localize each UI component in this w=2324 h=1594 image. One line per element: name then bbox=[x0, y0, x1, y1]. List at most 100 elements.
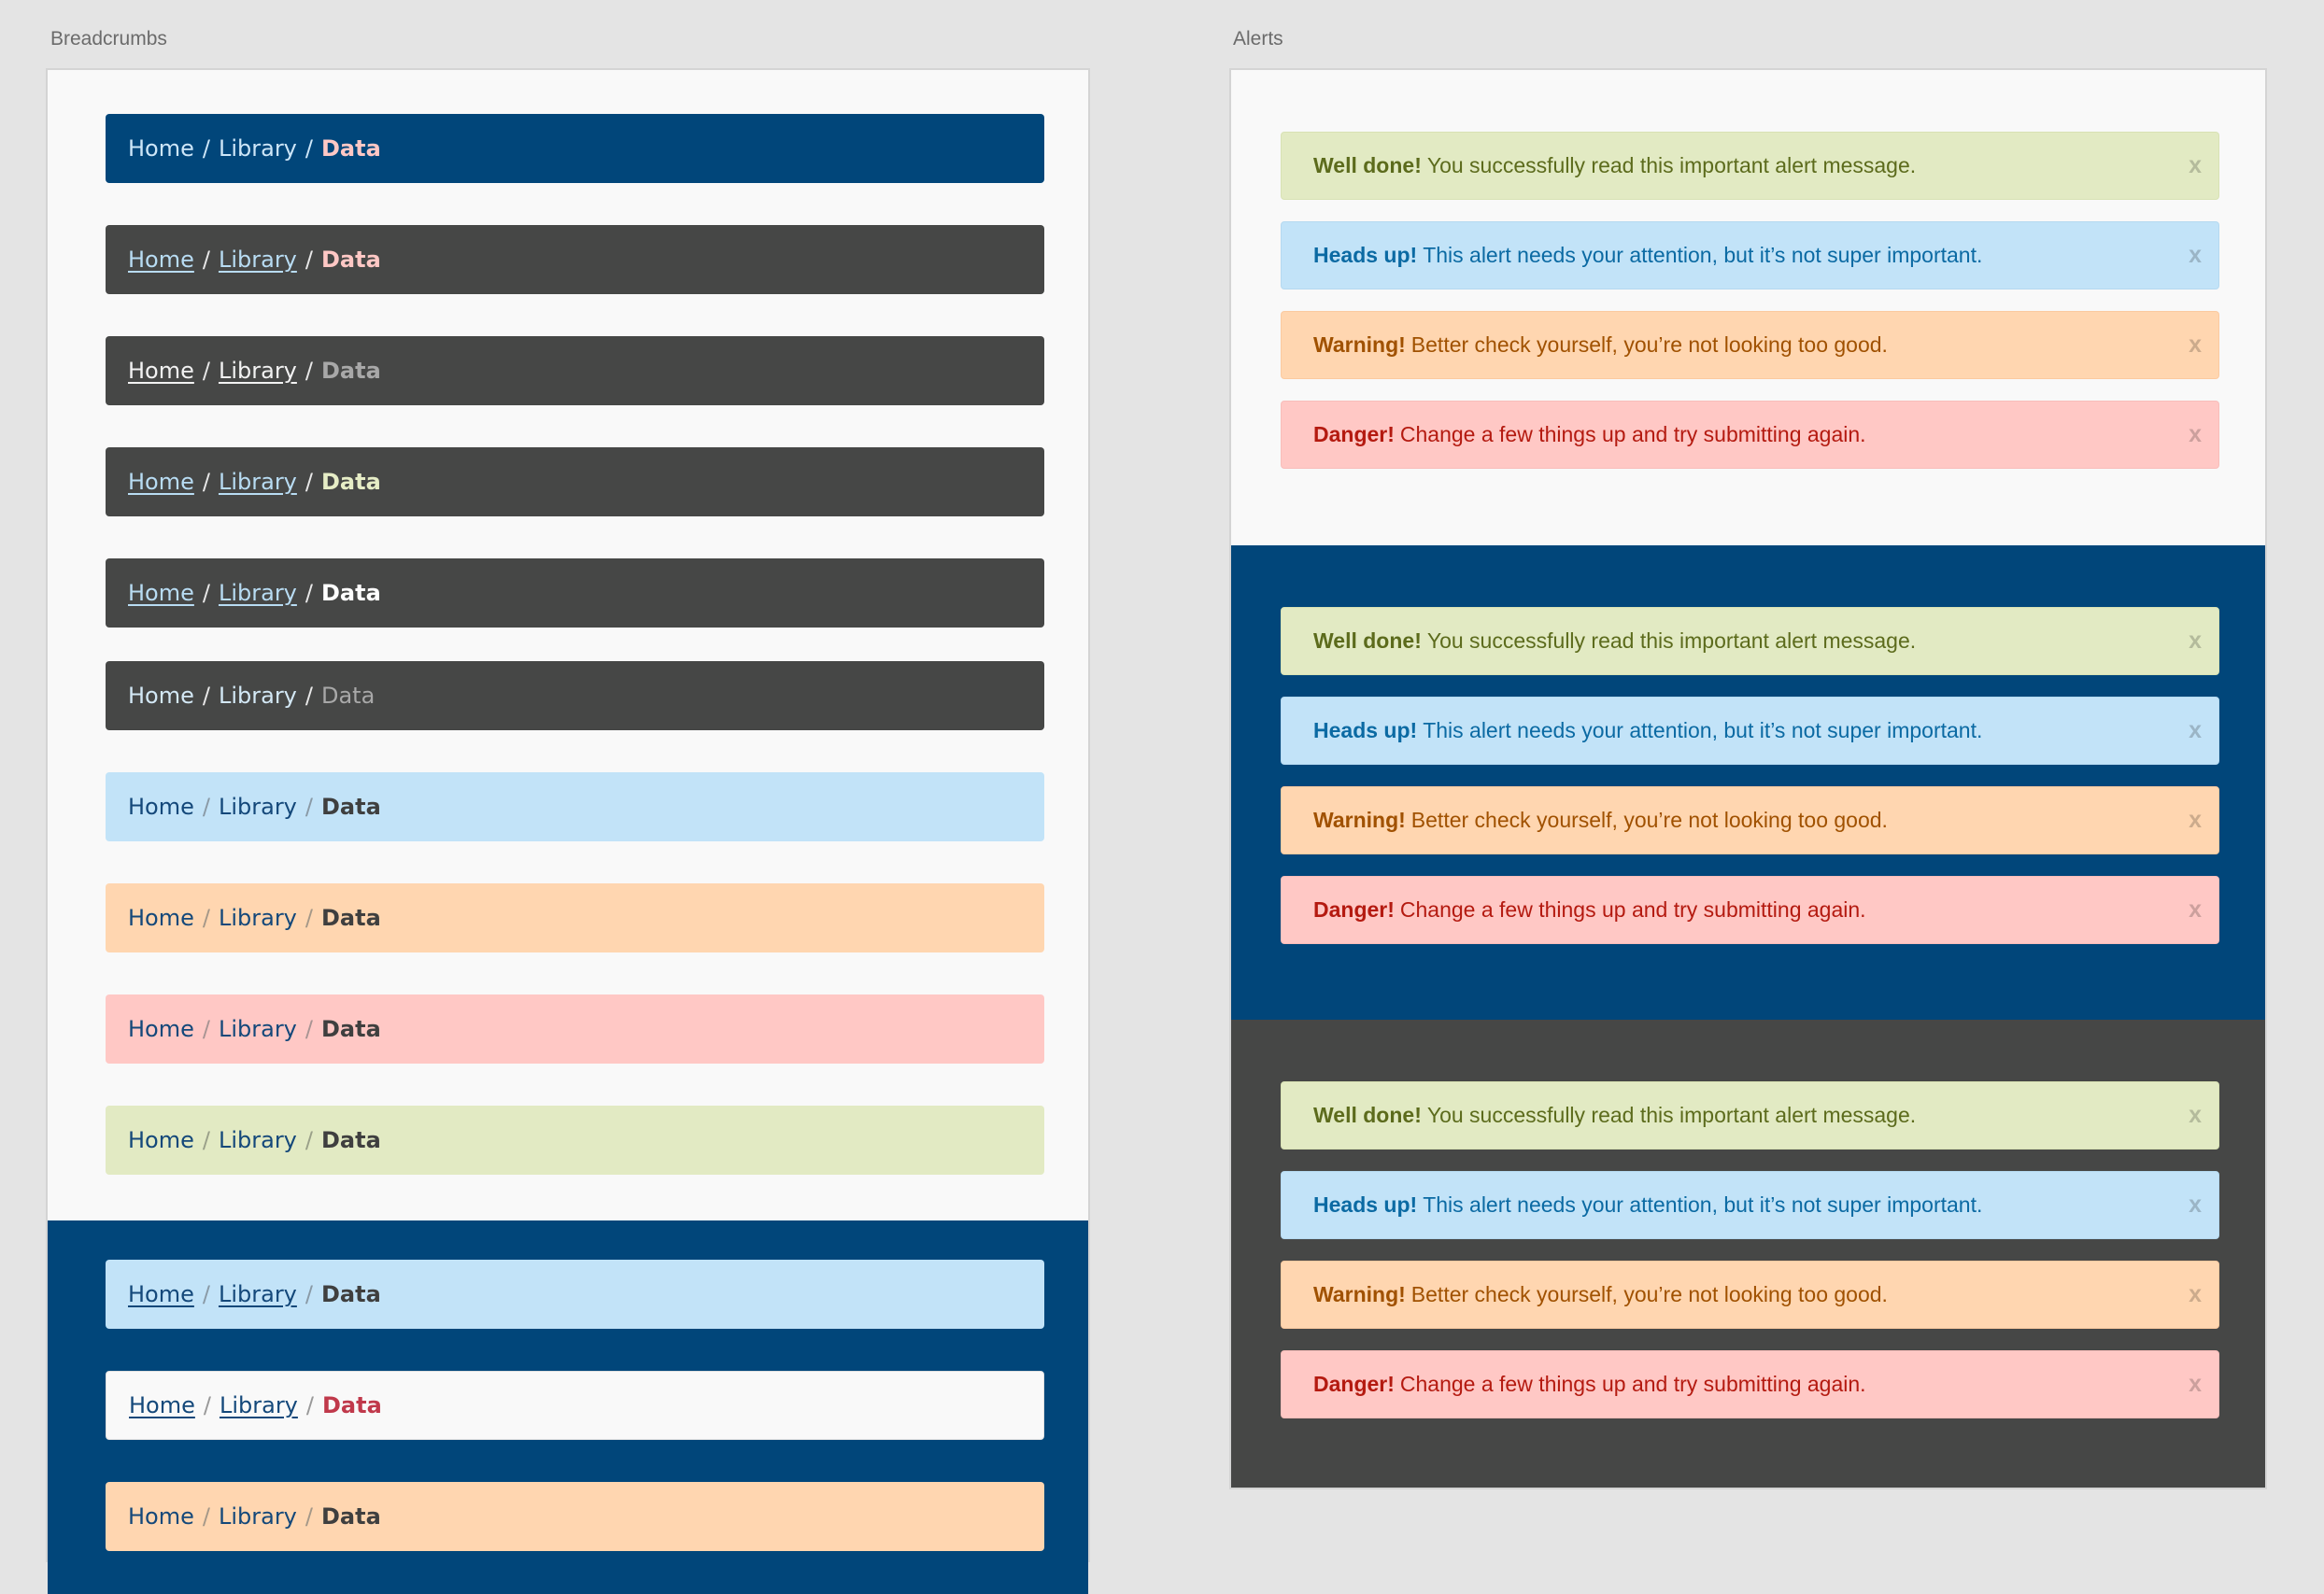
alert-message: Better check yourself, you’re not lookin… bbox=[1410, 332, 1888, 357]
breadcrumb-link-home[interactable]: Home bbox=[128, 358, 194, 384]
breadcrumb-separator: / bbox=[305, 1281, 313, 1307]
alerts-navy-section: Well done! You successfully read this imp… bbox=[1231, 545, 2265, 1020]
breadcrumb-separator: / bbox=[202, 1016, 210, 1042]
breadcrumb: Home / Library / Data bbox=[106, 558, 1044, 628]
breadcrumb-current: Data bbox=[320, 1127, 381, 1153]
breadcrumb-link-home[interactable]: Home bbox=[128, 247, 194, 273]
breadcrumb-separator: / bbox=[305, 580, 313, 606]
alert-message: Change a few things up and try submittin… bbox=[1399, 422, 1866, 446]
breadcrumb-link-home[interactable]: Home bbox=[128, 683, 194, 709]
alert-title: Heads up! bbox=[1313, 243, 1418, 267]
breadcrumb: Home / Library / Data bbox=[106, 1482, 1044, 1551]
close-icon[interactable]: x bbox=[2189, 896, 2202, 923]
breadcrumb-link-home[interactable]: Home bbox=[128, 1016, 194, 1042]
breadcrumb-separator: / bbox=[202, 247, 210, 273]
alert-success: Well done! You successfully read this imp… bbox=[1281, 1081, 2219, 1150]
breadcrumb-separator: / bbox=[305, 1503, 313, 1530]
alert-title: Danger! bbox=[1313, 897, 1395, 922]
alerts-dark-section: Well done! You successfully read this imp… bbox=[1231, 1020, 2265, 1488]
breadcrumb-link-home[interactable]: Home bbox=[128, 135, 194, 162]
breadcrumb-separator: / bbox=[202, 905, 210, 931]
breadcrumb-link-library[interactable]: Library bbox=[219, 794, 297, 820]
breadcrumb-current: Data bbox=[320, 1503, 381, 1530]
breadcrumb: Home / Library / Data bbox=[106, 1106, 1044, 1175]
breadcrumb-separator: / bbox=[202, 1127, 210, 1153]
alerts-panel: Well done! You successfully read this imp… bbox=[1229, 68, 2267, 1489]
breadcrumb-separator: / bbox=[305, 247, 313, 273]
breadcrumb-link-home[interactable]: Home bbox=[129, 1392, 195, 1418]
breadcrumb-link-home[interactable]: Home bbox=[128, 1127, 194, 1153]
alert-success: Well done! You successfully read this imp… bbox=[1281, 607, 2219, 675]
breadcrumbs-section-label: Breadcrumbs bbox=[50, 28, 167, 49]
close-icon[interactable]: x bbox=[2189, 1280, 2202, 1307]
alert-message: Better check yourself, you’re not lookin… bbox=[1410, 1282, 1888, 1306]
close-icon[interactable]: x bbox=[2189, 1191, 2202, 1218]
alert-title: Danger! bbox=[1313, 1372, 1395, 1396]
breadcrumb-separator: / bbox=[202, 1503, 210, 1530]
alert-message: This alert needs your attention, but it’… bbox=[1423, 243, 1983, 267]
breadcrumb-separator: / bbox=[202, 135, 210, 162]
close-icon[interactable]: x bbox=[2189, 331, 2202, 358]
breadcrumb-current: Data bbox=[320, 1281, 381, 1307]
alert-title: Well done! bbox=[1313, 1103, 1422, 1127]
close-icon[interactable]: x bbox=[2189, 627, 2202, 654]
breadcrumb-link-library[interactable]: Library bbox=[219, 1281, 297, 1307]
breadcrumb-link-home[interactable]: Home bbox=[128, 1281, 194, 1307]
alert-danger: Danger! Change a few things up and try su… bbox=[1281, 401, 2219, 469]
breadcrumb-separator: / bbox=[305, 905, 313, 931]
alert-success: Well done! You successfully read this imp… bbox=[1281, 132, 2219, 200]
breadcrumb-link-home[interactable]: Home bbox=[128, 1503, 194, 1530]
breadcrumb-current: Data bbox=[320, 135, 381, 162]
breadcrumb-current: Data bbox=[320, 247, 381, 273]
close-icon[interactable]: x bbox=[2189, 1370, 2202, 1397]
alert-message: This alert needs your attention, but it’… bbox=[1423, 1192, 1983, 1217]
breadcrumb: Home / Library / Data bbox=[106, 336, 1044, 405]
alert-title: Well done! bbox=[1313, 628, 1422, 653]
breadcrumb-current: Data bbox=[321, 1392, 382, 1418]
alert-message: You successfully read this important ale… bbox=[1426, 1103, 1917, 1127]
breadcrumb-separator: / bbox=[202, 1281, 210, 1307]
breadcrumb-separator: / bbox=[305, 794, 313, 820]
breadcrumb: Home / Library / Data bbox=[106, 225, 1044, 294]
breadcrumb-link-library[interactable]: Library bbox=[219, 358, 297, 384]
breadcrumb-link-library[interactable]: Library bbox=[219, 1016, 297, 1042]
alert-warning: Warning! Better check yourself, you’re no… bbox=[1281, 786, 2219, 854]
close-icon[interactable]: x bbox=[2189, 1101, 2202, 1128]
close-icon[interactable]: x bbox=[2189, 716, 2202, 743]
breadcrumb-link-library[interactable]: Library bbox=[219, 1503, 297, 1530]
alert-title: Warning! bbox=[1313, 332, 1406, 357]
breadcrumb-link-library[interactable]: Library bbox=[219, 1127, 297, 1153]
breadcrumb-current: Data bbox=[320, 1016, 381, 1042]
breadcrumb-link-library[interactable]: Library bbox=[219, 469, 297, 495]
breadcrumb-separator: / bbox=[305, 469, 313, 495]
breadcrumb-link-home[interactable]: Home bbox=[128, 905, 194, 931]
close-icon[interactable]: x bbox=[2189, 420, 2202, 447]
breadcrumb-separator: / bbox=[305, 1127, 313, 1153]
close-icon[interactable]: x bbox=[2189, 241, 2202, 268]
alert-title: Warning! bbox=[1313, 1282, 1406, 1306]
breadcrumb-link-home[interactable]: Home bbox=[128, 580, 194, 606]
close-icon[interactable]: x bbox=[2189, 151, 2202, 178]
alert-message: You successfully read this important ale… bbox=[1426, 153, 1917, 177]
breadcrumb: Home / Library / Data bbox=[106, 1260, 1044, 1329]
breadcrumb-current: Data bbox=[320, 905, 381, 931]
breadcrumb-current: Data bbox=[320, 469, 381, 495]
breadcrumb-link-library[interactable]: Library bbox=[220, 1392, 298, 1418]
alert-title: Well done! bbox=[1313, 153, 1422, 177]
breadcrumb-link-library[interactable]: Library bbox=[219, 580, 297, 606]
alert-warning: Warning! Better check yourself, you’re no… bbox=[1281, 1261, 2219, 1329]
breadcrumb-link-home[interactable]: Home bbox=[128, 469, 194, 495]
alert-message: Change a few things up and try submittin… bbox=[1399, 1372, 1866, 1396]
breadcrumb-link-home[interactable]: Home bbox=[128, 794, 194, 820]
alert-message: Better check yourself, you’re not lookin… bbox=[1410, 808, 1888, 832]
breadcrumb-current: Data bbox=[320, 358, 381, 384]
breadcrumb: Home / Library / Data bbox=[106, 772, 1044, 841]
alert-info: Heads up! This alert needs your attention… bbox=[1281, 1171, 2219, 1239]
breadcrumb-link-library[interactable]: Library bbox=[219, 905, 297, 931]
alert-message: You successfully read this important ale… bbox=[1426, 628, 1917, 653]
breadcrumb-link-library[interactable]: Library bbox=[219, 683, 297, 709]
close-icon[interactable]: x bbox=[2189, 806, 2202, 833]
breadcrumb-link-library[interactable]: Library bbox=[219, 135, 297, 162]
breadcrumb-link-library[interactable]: Library bbox=[219, 247, 297, 273]
alert-danger: Danger! Change a few things up and try su… bbox=[1281, 1350, 2219, 1418]
